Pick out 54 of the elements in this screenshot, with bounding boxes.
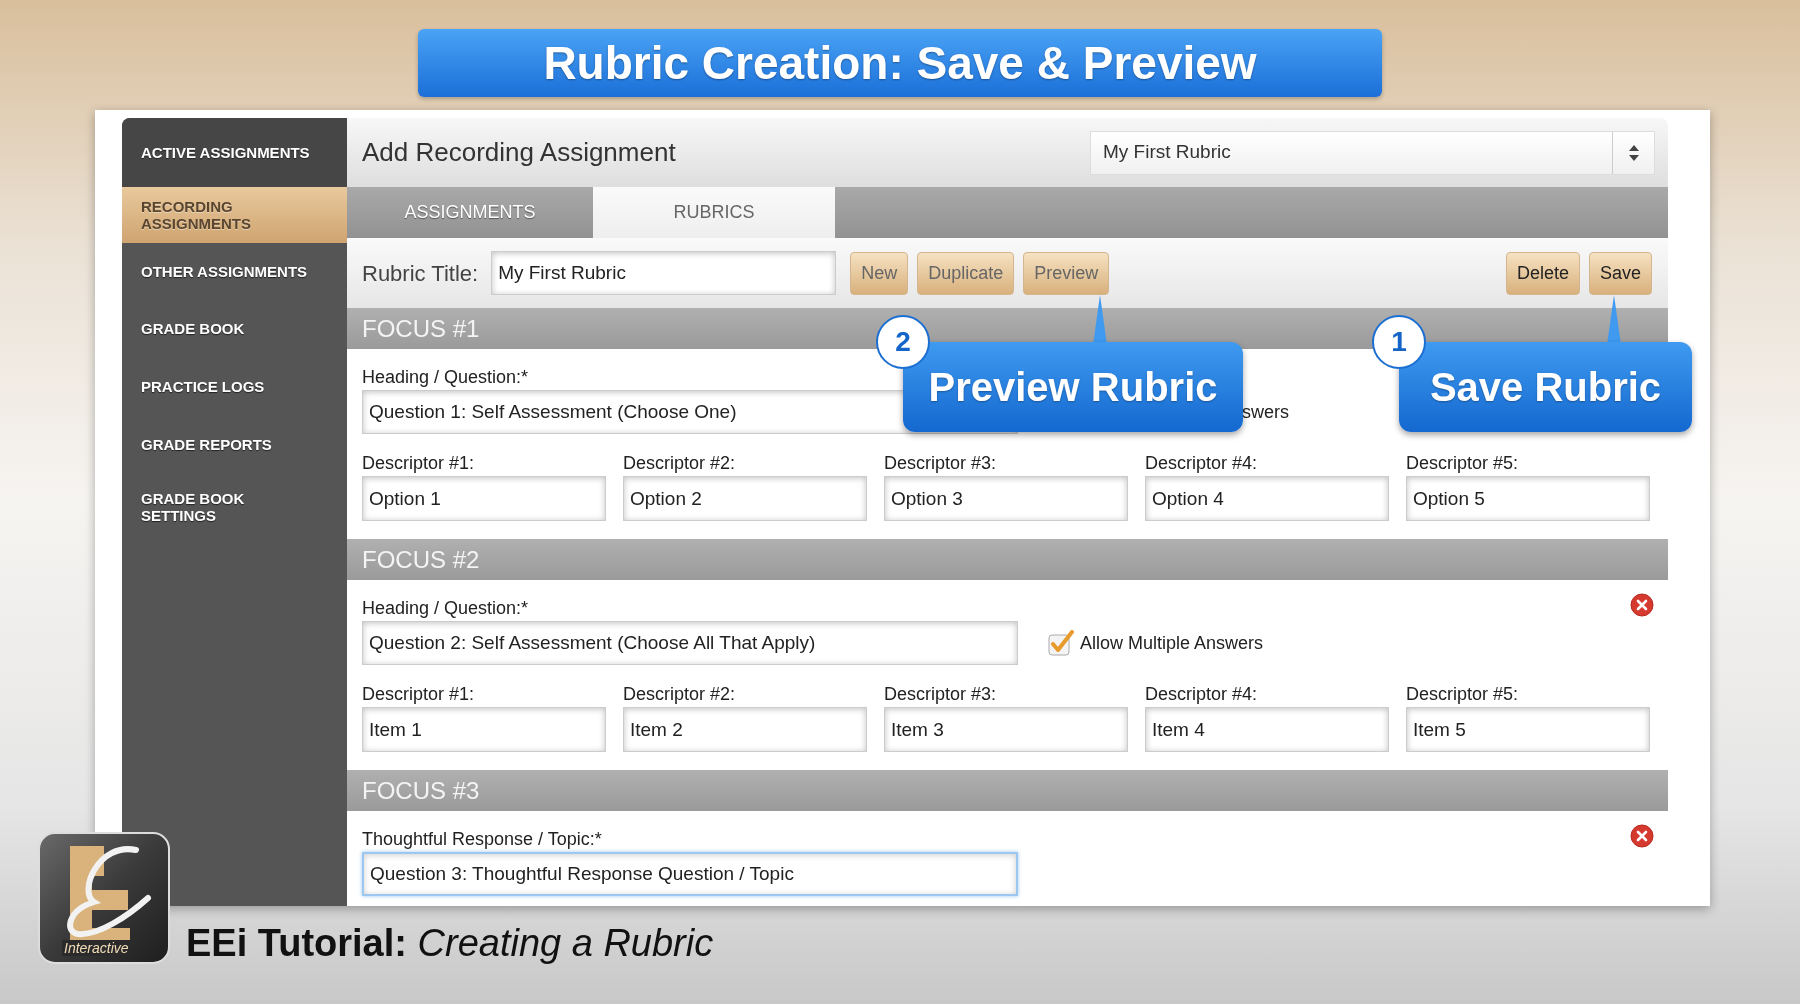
logo-text: Interactive xyxy=(62,940,131,956)
field-label: Descriptor #3: xyxy=(884,684,997,704)
toolbar-button[interactable]: Duplicate xyxy=(917,251,1015,295)
descriptor-field[interactable]: Option 2 xyxy=(623,476,867,521)
toolbar-button[interactable]: Preview xyxy=(1023,251,1110,295)
checkbox[interactable] xyxy=(1048,630,1074,656)
field-label: Descriptor #1: xyxy=(362,453,475,473)
descriptor-field[interactable]: Option 4 xyxy=(1145,476,1389,521)
field-label: Rubric Title: xyxy=(362,259,479,288)
field-label: Descriptor #3: xyxy=(884,453,997,473)
descriptor-field[interactable]: Option 3 xyxy=(884,476,1128,521)
field-label: Descriptor #5: xyxy=(1406,684,1519,704)
sidebar-item[interactable]: GRADE BOOK xyxy=(122,300,347,358)
sidebar-item[interactable]: OTHER ASSIGNMENTS xyxy=(122,243,347,300)
descriptor-field[interactable]: Option 1 xyxy=(362,476,606,521)
field-label: Descriptor #5: xyxy=(1406,453,1519,473)
field-label: Descriptor #2: xyxy=(623,684,736,704)
toolbar-button[interactable]: Delete xyxy=(1505,251,1580,295)
field-label: Descriptor #1: xyxy=(362,684,475,704)
descriptor-field[interactable]: Item 5 xyxy=(1406,707,1650,752)
tab[interactable]: RUBRICS xyxy=(593,187,835,238)
field-label: Heading / Question:* xyxy=(362,367,529,387)
rubric-title-field[interactable]: My First Rubric xyxy=(491,251,837,295)
checkbox-label: Allow Multiple Answers xyxy=(1080,631,1264,655)
field-label: Heading / Question:* xyxy=(362,598,529,618)
descriptor-field[interactable]: Item 4 xyxy=(1145,707,1389,752)
field-label: Descriptor #4: xyxy=(1145,453,1258,473)
section-header: FOCUS #3 xyxy=(347,770,1668,811)
slide-title: Rubric Creation: Save & Preview xyxy=(418,29,1382,97)
descriptor-field[interactable]: Item 3 xyxy=(884,707,1128,752)
question-field[interactable]: Question 3: Thoughtful Response Question / Topic xyxy=(362,852,1018,896)
section-header: FOCUS #2 xyxy=(347,539,1668,580)
close-icon[interactable] xyxy=(1630,593,1654,617)
tutorial-caption: EEi Tutorial: Creating a Rubric xyxy=(186,921,714,966)
field-label: Descriptor #4: xyxy=(1145,684,1258,704)
select-arrows-icon xyxy=(1627,143,1640,162)
descriptor-field[interactable]: Option 5 xyxy=(1406,476,1650,521)
sidebar-item[interactable]: RECORDING ASSIGNMENTS xyxy=(122,187,347,243)
question-field[interactable]: Question 2: Self Assessment (Choose All That Apply) xyxy=(362,621,1018,665)
page-title: Add Recording Assignment xyxy=(362,136,677,169)
sidebar-item[interactable]: GRADE BOOK SETTINGS xyxy=(122,474,347,540)
toolbar-button[interactable]: Save xyxy=(1588,251,1652,295)
sidebar-item[interactable]: ACTIVE ASSIGNMENTS xyxy=(122,118,347,187)
checkbox-label: swers xyxy=(1242,400,1289,424)
field-label: Descriptor #2: xyxy=(623,453,736,473)
field-label: Thoughtful Response / Topic:* xyxy=(362,829,602,849)
toolbar-button[interactable]: New xyxy=(850,251,909,295)
close-icon[interactable] xyxy=(1630,824,1654,848)
descriptor-field[interactable]: Item 2 xyxy=(623,707,867,752)
sidebar-item[interactable]: PRACTICE LOGS xyxy=(122,358,347,416)
rubric-select[interactable]: My First Rubric xyxy=(1090,130,1655,175)
sidebar-item[interactable]: GRADE REPORTS xyxy=(122,416,347,474)
logo-icon xyxy=(38,832,170,964)
descriptor-field[interactable]: Item 1 xyxy=(362,707,606,752)
